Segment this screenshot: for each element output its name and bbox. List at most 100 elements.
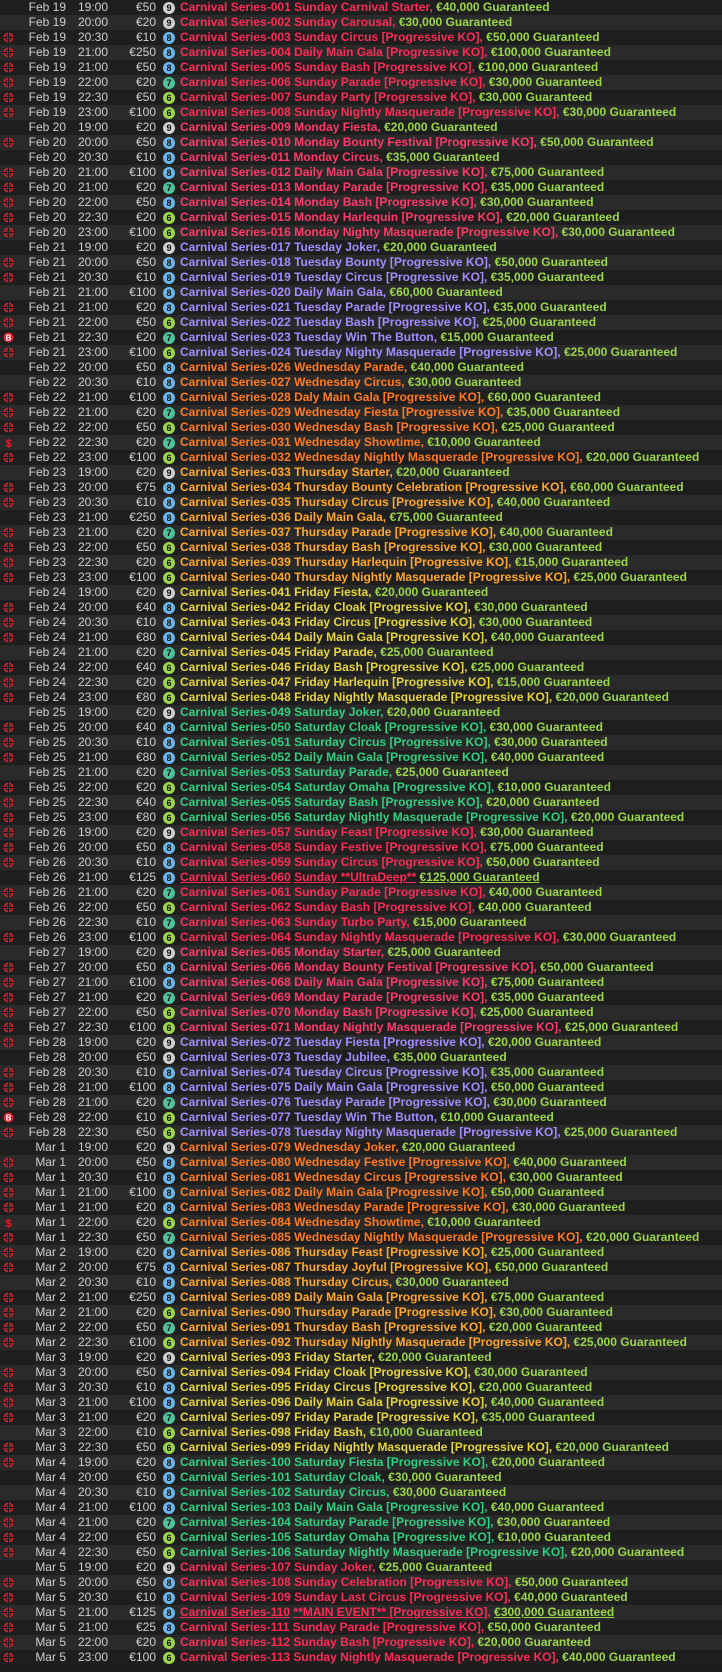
event-title[interactable]: Carnival Series-032 Wednesday Nightly Ma… — [180, 450, 699, 465]
event-title[interactable]: Carnival Series-076 Tuesday Parade [Prog… — [180, 1095, 607, 1110]
event-title[interactable]: Carnival Series-009 Monday Fiesta, €20,0… — [180, 120, 498, 135]
table-row[interactable]: Feb 27 22:30 €100 6 Carnival Series-071 Mond… — [0, 1020, 722, 1035]
table-row[interactable]: Feb 23 21:00 €250 8 Carnival Series-036 Dail… — [0, 510, 722, 525]
table-row[interactable]: Mar 5 23:00 €100 6 Carnival Series-113 Sunda… — [0, 1650, 722, 1665]
event-title[interactable]: Carnival Series-048 Friday Nightly Masqu… — [180, 690, 669, 705]
table-row[interactable]: Feb 27 19:00 €20 9 Carnival Series-065 Monda… — [0, 945, 722, 960]
table-row[interactable]: Feb 20 20:30 €10 8 Carnival Series-011 Monda… — [0, 150, 722, 165]
table-row[interactable]: Feb 21 23:00 €100 6 Carnival Series-024 Tues… — [0, 345, 722, 360]
table-row[interactable]: Feb 27 20:00 €50 8 Carnival Series-066 Monda… — [0, 960, 722, 975]
table-row[interactable]: Mar 1 21:00 €20 8 Carnival Series-083 Wednes… — [0, 1200, 722, 1215]
table-row[interactable]: Mar 2 22:30 €100 6 Carnival Series-092 Thurs… — [0, 1335, 722, 1350]
table-row[interactable]: Feb 28 21:00 €20 7 Carnival Series-076 Tuesd… — [0, 1095, 722, 1110]
table-row[interactable]: Feb 19 21:00 €50 8 Carnival Series-005 Sunda… — [0, 60, 722, 75]
table-row[interactable]: $ Mar 1 22:00 €20 6 Carnival Series-084 Wedne… — [0, 1215, 722, 1230]
table-row[interactable]: Mar 4 20:00 €50 8 Carnival Series-101 Saturd… — [0, 1470, 722, 1485]
table-row[interactable]: Feb 21 19:00 €20 9 Carnival Series-017 Tuesd… — [0, 240, 722, 255]
event-title[interactable]: Carnival Series-104 Saturday Parade [Pro… — [180, 1515, 610, 1530]
event-title[interactable]: Carnival Series-079 Wednesday Joker, €20… — [180, 1140, 515, 1155]
table-row[interactable]: Feb 22 20:00 €50 8 Carnival Series-026 Wedne… — [0, 360, 722, 375]
event-title[interactable]: Carnival Series-003 Sunday Circus [Progr… — [180, 30, 600, 45]
table-row[interactable]: Feb 21 22:00 €50 6 Carnival Series-022 Tuesd… — [0, 315, 722, 330]
table-row[interactable]: Mar 4 22:30 €50 6 Carnival Series-106 Saturd… — [0, 1545, 722, 1560]
table-row[interactable]: Feb 26 19:00 €20 9 Carnival Series-057 Sunda… — [0, 825, 722, 840]
event-title[interactable]: Carnival Series-086 Thursday Feast [Prog… — [180, 1245, 604, 1260]
event-title[interactable]: Carnival Series-075 Daily Main Gala [Pro… — [180, 1080, 604, 1095]
event-title[interactable]: Carnival Series-094 Friday Cloak [Progre… — [180, 1365, 588, 1380]
table-row[interactable]: Mar 5 19:00 €20 9 Carnival Series-107 Sunday… — [0, 1560, 722, 1575]
table-row[interactable]: Feb 23 21:00 €20 7 Carnival Series-037 Thurs… — [0, 525, 722, 540]
table-row[interactable]: Feb 26 22:30 €10 7 Carnival Series-063 Sunda… — [0, 915, 722, 930]
table-row[interactable]: Feb 25 21:00 €80 8 Carnival Series-052 Daily… — [0, 750, 722, 765]
event-title[interactable]: Carnival Series-007 Sunday Party [Progre… — [180, 90, 592, 105]
event-title[interactable]: Carnival Series-011 Monday Circus, €35,0… — [180, 150, 500, 165]
event-title[interactable]: Carnival Series-106 Saturday Nightly Mas… — [180, 1545, 684, 1560]
event-title[interactable]: Carnival Series-002 Sunday Carousal, €30… — [180, 15, 512, 30]
event-title[interactable]: Carnival Series-041 Friday Fiesta, €20,0… — [180, 585, 488, 600]
event-title[interactable]: Carnival Series-088 Thursday Circus, €30… — [180, 1275, 509, 1290]
event-title[interactable]: Carnival Series-021 Tuesday Parade [Prog… — [180, 300, 607, 315]
event-title[interactable]: Carnival Series-020 Daily Main Gala, €60… — [180, 285, 503, 300]
table-row[interactable]: Feb 28 19:00 €20 9 Carnival Series-072 Tuesd… — [0, 1035, 722, 1050]
event-title[interactable]: Carnival Series-098 Friday Bash, €10,000… — [180, 1425, 483, 1440]
event-title[interactable]: Carnival Series-073 Tuesday Jubilee, €35… — [180, 1050, 507, 1065]
event-title[interactable]: Carnival Series-070 Monday Bash [Progres… — [180, 1005, 594, 1020]
event-title[interactable]: Carnival Series-102 Saturday Circus, €30… — [180, 1485, 506, 1500]
table-row[interactable]: Feb 28 22:30 €50 6 Carnival Series-078 Tuesd… — [0, 1125, 722, 1140]
event-title[interactable]: Carnival Series-107 Sunday Joker, €25,00… — [180, 1560, 492, 1575]
event-title[interactable]: Carnival Series-057 Sunday Feast [Progre… — [180, 825, 594, 840]
table-row[interactable]: Mar 1 20:30 €10 8 Carnival Series-081 Wednes… — [0, 1170, 722, 1185]
table-row[interactable]: Feb 20 19:00 €20 9 Carnival Series-009 Monda… — [0, 120, 722, 135]
table-row[interactable]: Feb 21 20:00 €50 8 Carnival Series-018 Tuesd… — [0, 255, 722, 270]
event-title[interactable]: Carnival Series-101 Saturday Cloak, €30,… — [180, 1470, 502, 1485]
event-title[interactable]: Carnival Series-110 **MAIN EVENT** [Prog… — [180, 1605, 614, 1620]
event-title[interactable]: Carnival Series-017 Tuesday Joker, €20,0… — [180, 240, 497, 255]
event-title[interactable]: Carnival Series-066 Monday Bounty Festiv… — [180, 960, 654, 975]
table-row[interactable]: Mar 2 21:00 €20 6 Carnival Series-090 Thursd… — [0, 1305, 722, 1320]
event-title[interactable]: Carnival Series-039 Thursday Harlequin [… — [180, 555, 628, 570]
table-row[interactable]: Feb 20 22:00 €50 8 Carnival Series-014 Monda… — [0, 195, 722, 210]
event-title[interactable]: Carnival Series-078 Tuesday Nighty Masqu… — [180, 1125, 677, 1140]
table-row[interactable]: Feb 21 21:00 €20 8 Carnival Series-021 Tuesd… — [0, 300, 722, 315]
table-row[interactable]: Feb 26 21:00 €20 7 Carnival Series-061 Sunda… — [0, 885, 722, 900]
event-title[interactable]: Carnival Series-050 Saturday Cloak [Prog… — [180, 720, 603, 735]
table-row[interactable]: Feb 28 20:30 €10 8 Carnival Series-074 Tuesd… — [0, 1065, 722, 1080]
event-title[interactable]: Carnival Series-096 Daily Main Gala [Pro… — [180, 1395, 604, 1410]
table-row[interactable]: Mar 1 20:00 €50 8 Carnival Series-080 Wednes… — [0, 1155, 722, 1170]
event-title[interactable]: Carnival Series-077 Tuesday Win The Butt… — [180, 1110, 554, 1125]
event-title[interactable]: Carnival Series-060 Sunday **UltraDeep**… — [180, 870, 540, 885]
event-title[interactable]: Carnival Series-054 Saturday Omaha [Prog… — [180, 780, 611, 795]
event-title[interactable]: Carnival Series-097 Friday Parade [Progr… — [180, 1410, 595, 1425]
event-title[interactable]: Carnival Series-035 Thursday Circus [Pro… — [180, 495, 610, 510]
event-title[interactable]: Carnival Series-085 Wednesday Nightly Ma… — [180, 1230, 699, 1245]
table-row[interactable]: Feb 25 19:00 €20 9 Carnival Series-049 Satur… — [0, 705, 722, 720]
event-title[interactable]: Carnival Series-008 Sunday Nightly Masqu… — [180, 105, 676, 120]
table-row[interactable]: Mar 5 21:00 €125 8 Carnival Series-110 **MAI… — [0, 1605, 722, 1620]
table-row[interactable]: Feb 21 20:30 €10 8 Carnival Series-019 Tuesd… — [0, 270, 722, 285]
event-title[interactable]: Carnival Series-022 Tuesday Bash [Progre… — [180, 315, 596, 330]
table-row[interactable]: Feb 23 22:30 €20 6 Carnival Series-039 Thurs… — [0, 555, 722, 570]
event-title[interactable]: Carnival Series-030 Wednesday Bash [Prog… — [180, 420, 615, 435]
table-row[interactable]: Feb 19 22:30 €50 6 Carnival Series-007 Sunda… — [0, 90, 722, 105]
table-row[interactable]: Feb 26 23:00 €100 6 Carnival Series-064 Sund… — [0, 930, 722, 945]
event-title[interactable]: Carnival Series-065 Monday Starter, €25,… — [180, 945, 501, 960]
event-title[interactable]: Carnival Series-064 Sunday Nightly Masqu… — [180, 930, 676, 945]
table-row[interactable]: Feb 24 22:00 €40 6 Carnival Series-046 Frida… — [0, 660, 722, 675]
table-row[interactable]: Mar 1 19:00 €20 9 Carnival Series-079 Wednes… — [0, 1140, 722, 1155]
event-title[interactable]: Carnival Series-024 Tuesday Nighty Masqu… — [180, 345, 677, 360]
event-title[interactable]: Carnival Series-072 Tuesday Fiesta [Prog… — [180, 1035, 601, 1050]
event-title[interactable]: Carnival Series-034 Thursday Bounty Cele… — [180, 480, 684, 495]
event-title[interactable]: Carnival Series-081 Wednesday Circus [Pr… — [180, 1170, 623, 1185]
event-title[interactable]: Carnival Series-049 Saturday Joker, €20,… — [180, 705, 500, 720]
table-row[interactable]: Mar 3 19:00 €20 9 Carnival Series-093 Friday… — [0, 1350, 722, 1365]
event-title[interactable]: Carnival Series-029 Wednesday Fiesta [Pr… — [180, 405, 620, 420]
table-row[interactable]: Mar 2 19:00 €20 8 Carnival Series-086 Thursd… — [0, 1245, 722, 1260]
table-row[interactable]: Feb 25 20:00 €40 8 Carnival Series-050 Satur… — [0, 720, 722, 735]
event-title[interactable]: Carnival Series-016 Monday Nighty Masque… — [180, 225, 675, 240]
event-title[interactable]: Carnival Series-045 Friday Parade, €25,0… — [180, 645, 494, 660]
table-row[interactable]: Feb 19 19:00 €50 9 Carnival Series-001 Sunda… — [0, 0, 722, 15]
table-row[interactable]: B Feb 21 22:30 €20 7 Carnival Series-023 Tues… — [0, 330, 722, 345]
event-title[interactable]: Carnival Series-012 Daily Main Gala [Pro… — [180, 165, 604, 180]
event-title[interactable]: Carnival Series-069 Monday Parade [Progr… — [180, 990, 604, 1005]
event-title[interactable]: Carnival Series-018 Tuesday Bounty [Prog… — [180, 255, 608, 270]
